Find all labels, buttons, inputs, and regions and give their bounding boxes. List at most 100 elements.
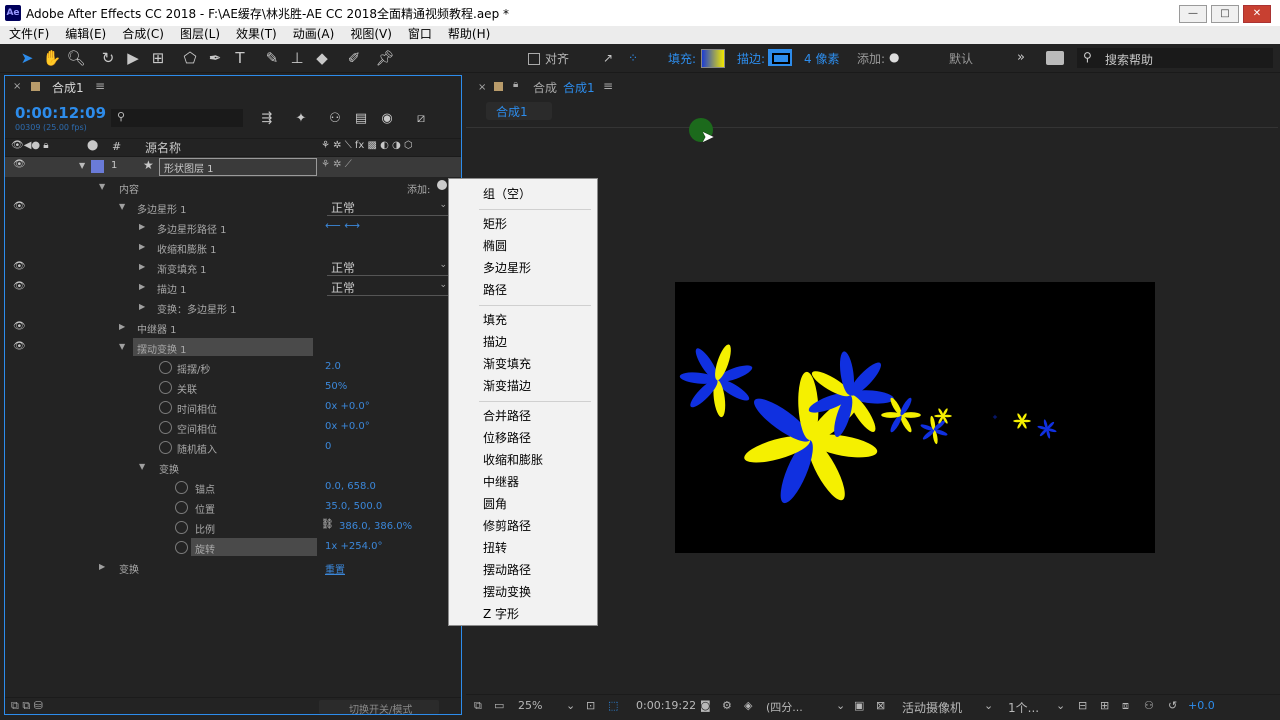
close-button[interactable]: ✕ — [1243, 5, 1271, 23]
close-tab-icon[interactable]: × — [13, 81, 21, 92]
stopwatch-icon[interactable] — [159, 381, 172, 394]
views-select[interactable]: 1个... — [1008, 699, 1039, 716]
expand-triangle-icon[interactable]: ▶ — [139, 282, 145, 291]
fast-previews-icon[interactable]: ⊞ — [1100, 699, 1109, 712]
puppet-pin-tool-icon[interactable]: 📌︎ — [375, 48, 395, 68]
motion-blur-icon[interactable]: ◉ — [377, 109, 397, 129]
stopwatch-icon[interactable] — [175, 501, 188, 514]
transform-property-row[interactable]: 锚点 0.0, 658.0 — [5, 477, 461, 497]
panel-menu-icon[interactable]: ≡ — [95, 79, 105, 93]
menu-composition[interactable]: 合成(C) — [113, 26, 171, 43]
comp-flowchart-icon[interactable]: ⇶ — [257, 109, 277, 129]
menu-item[interactable]: 多边星形 — [483, 259, 531, 276]
workspace-more-icon[interactable]: » — [1017, 50, 1025, 65]
visibility-eye-icon[interactable]: 👁︎ — [13, 201, 26, 212]
color-channels-icon[interactable]: ◈ — [744, 699, 752, 712]
graph-editor-icon[interactable]: ⧄ — [411, 109, 431, 129]
chevron-down-icon[interactable]: ⌄ — [1056, 699, 1065, 712]
property-value[interactable]: 50% — [325, 381, 347, 392]
menu-item[interactable]: 中继器 — [483, 473, 519, 490]
property-value[interactable]: 386.0, 386.0% — [339, 521, 412, 532]
layer-label-color[interactable] — [91, 160, 104, 173]
contents-row[interactable]: ▼ 内容 添加: — [5, 177, 461, 197]
frame-blending-icon[interactable]: ▤ — [351, 109, 371, 129]
menu-item[interactable]: 合并路径 — [483, 407, 531, 424]
zoom-tool-icon[interactable]: 🔍︎ — [66, 48, 86, 68]
exposure-reset-icon[interactable]: ↺ — [1168, 699, 1177, 712]
hand-tool-icon[interactable]: ✋ — [42, 48, 62, 68]
align-checkbox[interactable] — [528, 53, 540, 65]
minimize-button[interactable]: — — [1179, 5, 1207, 23]
property-row[interactable]: 👁︎ ▼ 摆动变换 1 — [5, 337, 461, 357]
search-help-field[interactable]: ⚲ 搜索帮助 — [1077, 48, 1273, 68]
resolution-select[interactable]: (四分... — [766, 699, 803, 715]
rotate-tool-icon[interactable]: ↻ — [98, 48, 118, 68]
stroke-width-value[interactable]: 4 像素 — [804, 50, 839, 67]
add-shape-icon[interactable]: ● — [889, 50, 899, 64]
menu-item[interactable]: 位移路径 — [483, 429, 531, 446]
property-row[interactable]: ▶ 变换：多边星形 1 — [5, 297, 461, 317]
chevron-down-icon[interactable]: ⌄ — [566, 699, 575, 712]
safe-area-icon[interactable]: ⬚ — [608, 699, 618, 712]
expand-triangle-icon[interactable]: ▶ — [139, 222, 145, 231]
reset-link[interactable]: 重置 — [325, 561, 345, 576]
visibility-eye-icon[interactable]: 👁︎ — [13, 281, 26, 292]
clone-stamp-tool-icon[interactable]: ⊥ — [287, 48, 307, 68]
property-value[interactable]: 2.0 — [325, 361, 341, 372]
layer-row[interactable]: 👁︎ ▼ 1 ★ 形状图层 1 ⚘ ✲ ⟋ — [5, 157, 461, 177]
maximize-button[interactable]: □ — [1211, 5, 1239, 23]
visibility-eye-icon[interactable]: 👁︎ — [13, 159, 26, 170]
menu-edit[interactable]: 编辑(E) — [56, 26, 113, 43]
menu-effect[interactable]: 效果(T) — [227, 26, 284, 43]
pan-behind-tool-icon[interactable]: ⊞ — [148, 48, 168, 68]
close-tab-icon[interactable]: × — [478, 82, 486, 93]
chevron-down-icon[interactable]: ⌄ — [836, 699, 845, 712]
visibility-eye-icon[interactable]: 👁︎ — [13, 341, 26, 352]
expand-triangle-icon[interactable]: ▼ — [119, 202, 125, 211]
blend-mode-dropdown[interactable]: 正常 ⌄ — [327, 199, 449, 216]
always-preview-icon[interactable]: ⧉ — [474, 699, 482, 713]
expand-triangle-icon[interactable]: ▶ — [139, 242, 145, 251]
stopwatch-icon[interactable] — [175, 481, 188, 494]
panel-menu-icon[interactable]: ≡ — [603, 79, 613, 93]
property-value[interactable]: 0x +0.0° — [325, 401, 370, 412]
blend-mode-dropdown[interactable]: 正常 ⌄ — [327, 259, 449, 276]
footer-icons[interactable]: ⧉ ⧉ ⛁ — [11, 699, 43, 713]
timeline-tab-label[interactable]: 合成1 — [52, 79, 84, 96]
camera-select[interactable]: 活动摄像机 — [902, 699, 962, 716]
snapshot-camera-icon[interactable]: ◙ — [700, 699, 711, 712]
wiggle-property-row[interactable]: 摇摆/秒 2.0 — [5, 357, 461, 377]
stopwatch-icon[interactable] — [159, 421, 172, 434]
layer-switches-icons[interactable]: ⚘ ✲ ⟋ — [321, 159, 352, 170]
transparency-grid-icon[interactable]: ⊠ — [876, 699, 885, 712]
roto-brush-tool-icon[interactable]: ✐ — [344, 48, 364, 68]
stroke-label[interactable]: 描边: — [737, 50, 765, 67]
menu-layer[interactable]: 图层(L) — [171, 26, 227, 43]
expand-triangle-icon[interactable]: ▶ — [139, 262, 145, 271]
transform-group-row[interactable]: ▼ 变换 — [5, 457, 461, 477]
collapse-triangle-icon[interactable]: ▼ — [79, 161, 85, 170]
brush-tool-icon[interactable]: ✎ — [262, 48, 282, 68]
menu-item[interactable]: 矩形 — [483, 215, 507, 232]
comp-breadcrumb[interactable]: 合成1 — [486, 102, 552, 120]
snap-icon[interactable]: ↗ — [598, 48, 618, 68]
chevron-down-icon[interactable]: ⌄ — [984, 699, 993, 712]
expand-triangle-icon[interactable]: ▶ — [119, 322, 125, 331]
region-of-interest-icon[interactable]: ▣ — [854, 699, 864, 712]
property-row[interactable]: 👁︎ ▼ 多边星形 1 正常 ⌄ — [5, 197, 461, 217]
menu-file[interactable]: 文件(F) — [0, 26, 56, 43]
menu-item[interactable]: 椭圆 — [483, 237, 507, 254]
property-value[interactable]: 35.0, 500.0 — [325, 501, 382, 512]
menu-item[interactable]: 收缩和膨胀 — [483, 451, 543, 468]
composition-viewer[interactable] — [675, 282, 1155, 553]
transform-property-row[interactable]: 位置 35.0, 500.0 — [5, 497, 461, 517]
camera-tool-icon[interactable]: ▶ — [123, 48, 143, 68]
timecode-display[interactable]: 0:00:12:09 — [15, 104, 106, 122]
visibility-eye-icon[interactable]: 👁︎ — [13, 261, 26, 272]
menu-help[interactable]: 帮助(H) — [439, 26, 497, 43]
menu-item[interactable]: 填充 — [483, 311, 507, 328]
expand-triangle-icon[interactable]: ▼ — [99, 182, 105, 191]
lock-icon[interactable]: 🔒︎ — [513, 79, 518, 90]
snap-options-icon[interactable]: ⁘ — [623, 48, 643, 68]
menu-item[interactable]: 摆动变换 — [483, 583, 531, 600]
